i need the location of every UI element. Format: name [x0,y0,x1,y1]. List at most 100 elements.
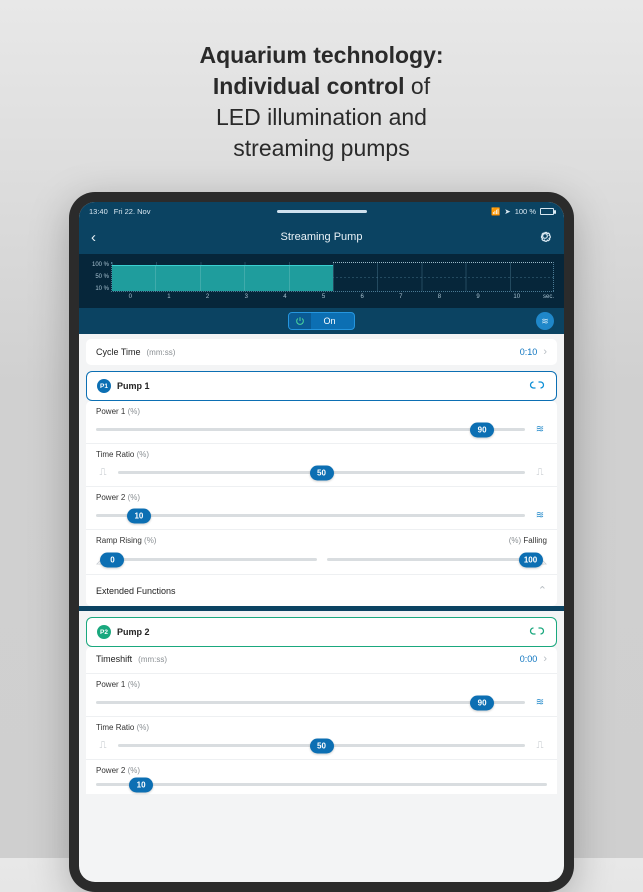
ramp-rising-unit: (%) [144,536,156,545]
ramp-rising-thumb[interactable]: 0 [100,552,124,567]
power2-label: Power 2 [96,493,125,502]
power-toggle[interactable]: On [288,312,354,330]
pump1-power2-row: Power 2 (%) 10 ≋ [86,486,557,529]
timeshift-unit: (mm:ss) [138,655,167,664]
pump2-power2-row: Power 2 (%) 10 [86,759,557,794]
ramp-falling-thumb[interactable]: 100 [519,552,543,567]
p2-timeratio-unit: (%) [137,723,149,732]
cycle-time-row[interactable]: Cycle Time (mm:ss) 0:10 › [86,339,557,365]
power-icon [289,313,311,329]
waves-icon[interactable]: ≋ [533,424,547,435]
status-bar: 13:40 Fri 22. Nov 📶 ➤ 100 % [79,202,564,220]
x-tick: 9 [459,294,498,300]
p2-power2-thumb[interactable]: 10 [129,777,153,792]
p2-timeratio-thumb[interactable]: 50 [310,738,334,753]
timeratio-thumb[interactable]: 50 [310,465,334,480]
timeshift-value: 0:00 [520,654,538,664]
pulse-icon: ⎍ [533,467,547,478]
power-label: On [311,316,353,326]
chevron-right-icon: › [543,346,547,358]
chevron-up-icon: ⌃ [538,584,547,597]
p2-power2-unit: (%) [128,766,140,775]
marketing-headline: Aquarium technology: Individual control … [0,0,643,192]
x-tick: 7 [381,294,420,300]
power1-thumb[interactable]: 90 [470,422,494,437]
location-icon: ➤ [504,207,510,216]
timeratio-slider[interactable]: 50 [118,471,525,474]
pump1-badge: P1 [97,379,111,393]
pulse-icon: ⎍ [533,740,547,751]
pump1-timeratio-row: Time Ratio (%) ⎍ 50 ⎍ [86,443,557,486]
p2-power1-slider[interactable]: 90 [96,701,525,704]
waves-icon[interactable]: ≋ [533,510,547,521]
status-date: Fri 22. Nov [114,207,151,216]
power2-unit: (%) [128,493,140,502]
headline-line2-reg: of [405,73,431,99]
pump2-power1-row: Power 1 (%) 90 ≋ [86,673,557,716]
p2-power1-thumb[interactable]: 90 [470,695,494,710]
waves-icon[interactable]: ≋ [533,697,547,708]
headline-line4: streaming pumps [233,135,409,161]
p2-timeratio-slider[interactable]: 50 [118,744,525,747]
x-tick: 3 [227,294,266,300]
link-icon[interactable] [528,379,546,393]
pump1-name: Pump 1 [117,381,150,391]
waves-icon: ≋ [541,316,549,327]
pump2-badge: P2 [97,625,111,639]
timeratio-unit: (%) [137,450,149,459]
ramp-rising-slider[interactable]: 0 [112,558,316,561]
power-row: On ≋ [79,308,564,334]
headline-line2-bold: Individual control [213,73,405,99]
pump2-timeshift-row[interactable]: Timeshift (mm:ss) 0:00 › [86,647,557,673]
tablet-frame: 13:40 Fri 22. Nov 📶 ➤ 100 % ‹ Streaming … [69,192,574,892]
x-tick: 6 [343,294,382,300]
pump1-ramp-row: Ramp Rising (%) ◿ 0 (%) [86,529,557,574]
battery-pct: 100 % [515,207,536,216]
power1-slider[interactable]: 90 [96,428,525,431]
p2-power2-label: Power 2 [96,766,125,775]
x-tick: 8 [420,294,459,300]
ramp-falling-unit: (%) [509,536,521,545]
pulse-icon: ⎍ [96,467,110,478]
pulse-icon: ⎍ [96,740,110,751]
gear-icon [538,229,552,243]
y-tick-50: 50 % [89,274,109,280]
power1-unit: (%) [128,407,140,416]
x-tick: 0 [111,294,150,300]
page-title: Streaming Pump [111,231,532,243]
section-divider [79,606,564,611]
power2-slider[interactable]: 10 [96,514,525,517]
battery-icon [540,208,554,215]
x-tick: 10 [497,294,536,300]
tablet-screen: 13:40 Fri 22. Nov 📶 ➤ 100 % ‹ Streaming … [79,202,564,882]
ramp-falling-slider[interactable]: 100 [327,558,531,561]
x-tick: 4 [266,294,305,300]
cycle-unit: (mm:ss) [147,348,176,357]
timeratio-label: Time Ratio [96,450,134,459]
p2-power2-slider[interactable]: 10 [96,783,547,786]
back-button[interactable]: ‹ [91,229,111,246]
timeshift-label: Timeshift [96,654,132,664]
chart-panel: 100 % 50 % 10 % 0 1 2 3 4 [79,254,564,308]
y-tick-100: 100 % [89,262,109,268]
x-tick: 2 [188,294,227,300]
pump2-name: Pump 2 [117,627,150,637]
extended-label: Extended Functions [96,586,176,596]
chart-plot[interactable] [111,262,554,292]
pump1-header[interactable]: P1 Pump 1 [86,371,557,401]
ramp-rising-label: Ramp Rising [96,536,142,545]
wifi-icon: 📶 [491,207,500,216]
p2-timeratio-label: Time Ratio [96,723,134,732]
chart-wave [112,265,333,291]
wave-mode-button[interactable]: ≋ [536,312,554,330]
chevron-right-icon: › [543,653,547,665]
x-tick: 1 [150,294,189,300]
power2-thumb[interactable]: 10 [127,508,151,523]
status-time: 13:40 [89,207,108,216]
nav-header: ‹ Streaming Pump [79,220,564,254]
cycle-label: Cycle Time [96,347,141,357]
pump2-header[interactable]: P2 Pump 2 [86,617,557,647]
link-icon[interactable] [528,625,546,639]
extended-functions-row[interactable]: Extended Functions ⌃ [86,574,557,606]
settings-button[interactable] [532,229,552,245]
